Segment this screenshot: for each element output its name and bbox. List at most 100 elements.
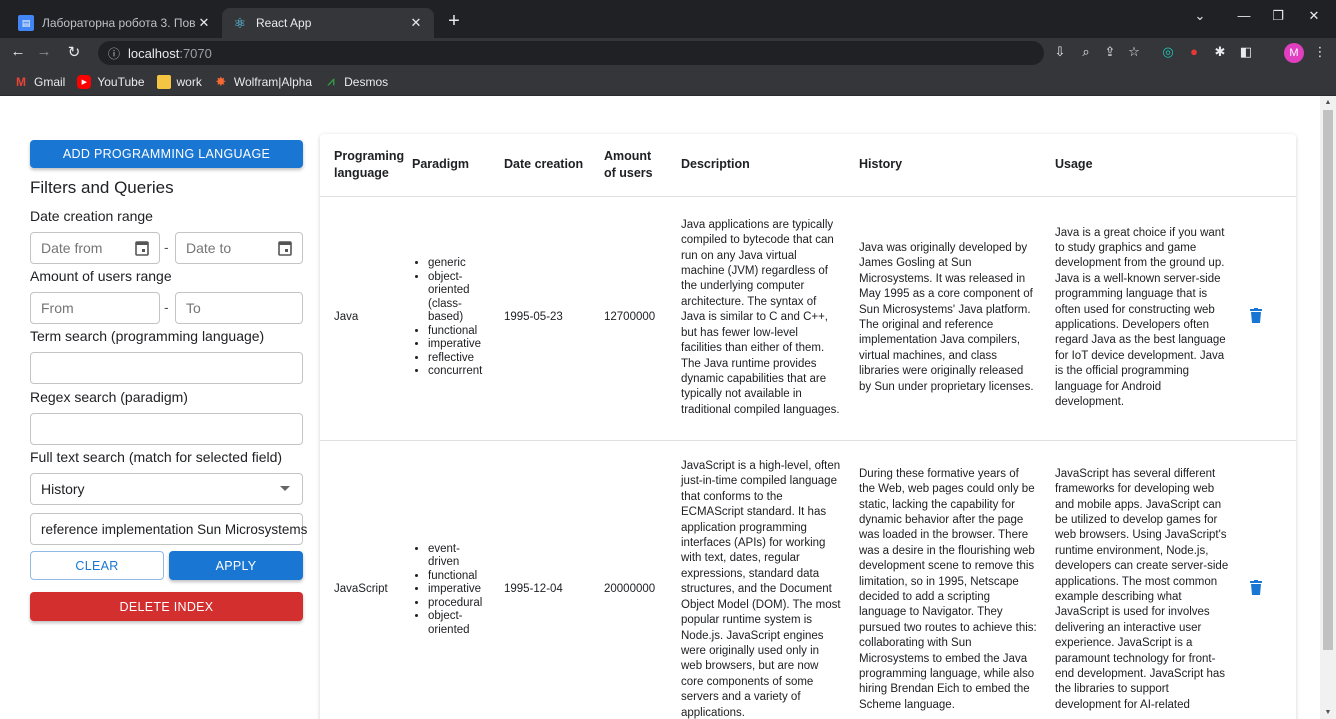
bookmark-label: Desmos	[344, 74, 389, 89]
column-header-history: History	[845, 134, 1041, 197]
url-port: :7070	[179, 45, 212, 61]
bookmark-wolfram[interactable]: ✸ Wolfram|Alpha	[214, 74, 313, 89]
table-row: JavaScript event-driven functional imper…	[320, 440, 1296, 719]
youtube-icon: ▶	[77, 74, 92, 89]
list-item: event-driven	[428, 543, 486, 570]
bookmark-youtube[interactable]: ▶ YouTube	[77, 74, 145, 89]
tab-search-icon[interactable]: ⌄	[1188, 8, 1212, 24]
cell-usage: Java is a great choice if you want to st…	[1041, 196, 1236, 441]
users-from-input[interactable]: From	[30, 292, 160, 324]
cell-users: 20000000	[590, 440, 667, 719]
cell-description: JavaScript is a high-level, often just-i…	[667, 440, 845, 719]
browser-tab-react-app[interactable]: ⚛ React App ✕	[222, 8, 434, 38]
cell-date: 1995-05-23	[490, 196, 590, 441]
cell-language: JavaScript	[320, 440, 398, 719]
bookmark-label: work	[176, 74, 202, 89]
close-tab-icon[interactable]: ✕	[408, 15, 424, 31]
clear-button[interactable]: CLEAR	[30, 551, 164, 580]
extension-icon[interactable]: ◎	[1158, 44, 1178, 60]
chevron-down-icon	[280, 486, 290, 491]
fulltext-field-value: History	[41, 481, 85, 497]
bookmark-desmos[interactable]: ⩘ Desmos	[324, 74, 389, 89]
browser-tab-lab[interactable]: ▤ Лабораторна робота 3. Повнотекстовий ✕	[8, 8, 222, 38]
list-item: concurrent	[428, 365, 486, 379]
menu-icon[interactable]: ⋮	[1310, 44, 1330, 60]
scroll-down-icon[interactable]: ▼	[1320, 709, 1336, 716]
range-separator: -	[164, 299, 169, 315]
bookmark-work[interactable]: work	[156, 74, 202, 89]
side-panel-icon[interactable]: ◧	[1236, 44, 1256, 60]
paradigm-list: generic object-oriented (class-based) fu…	[428, 257, 486, 379]
page-scrollbar[interactable]: ▲ ▼	[1320, 96, 1336, 719]
column-header-description: Description	[667, 134, 845, 197]
tab-title: Лабораторна робота 3. Повнотекстовий	[42, 16, 196, 30]
reload-icon[interactable]: ↻	[64, 43, 84, 61]
date-from-input[interactable]: Date from	[30, 232, 160, 264]
install-app-icon[interactable]: ⇩	[1050, 44, 1070, 60]
cell-paradigm: event-driven functional imperative proce…	[398, 440, 490, 719]
list-item: imperative	[428, 583, 486, 597]
paradigm-list: event-driven functional imperative proce…	[428, 543, 486, 638]
fulltext-search-value: reference implementation Sun Microsystem…	[41, 521, 308, 537]
apply-button[interactable]: APPLY	[169, 551, 303, 580]
site-info-icon[interactable]: ⓘ	[108, 45, 120, 62]
date-to-placeholder: Date to	[186, 240, 232, 256]
table-row: Java generic object-oriented (class-base…	[320, 196, 1296, 441]
column-header-language: Programing language	[320, 134, 404, 197]
delete-index-button[interactable]: DELETE INDEX	[30, 592, 303, 621]
filters-heading: Filters and Queries	[30, 178, 174, 197]
fulltext-search-label: Full text search (match for selected fie…	[30, 449, 283, 465]
bookmarks-bar: M Gmail ▶ YouTube work ✸ Wolfram|Alpha ⩘ Des…	[0, 68, 1336, 96]
fulltext-field-select[interactable]: History	[30, 473, 303, 505]
close-window-icon[interactable]: ✕	[1302, 8, 1326, 24]
term-search-label: Term search (programming language)	[30, 328, 265, 344]
regex-search-input[interactable]	[30, 413, 303, 445]
users-range-label: Amount of users range	[30, 268, 172, 284]
minimize-icon[interactable]: —	[1232, 8, 1256, 23]
delete-trash-icon[interactable]	[1250, 307, 1262, 323]
calendar-icon[interactable]	[278, 240, 292, 256]
forward-icon[interactable]: →	[34, 43, 54, 60]
list-item: procedural	[428, 597, 486, 611]
calendar-icon[interactable]	[135, 240, 149, 256]
list-item: functional	[428, 325, 486, 339]
list-item: object-oriented (class-based)	[428, 271, 486, 325]
list-item: functional	[428, 570, 486, 584]
page-viewport: ADD PROGRAMMING LANGUAGE Filters and Que…	[0, 96, 1320, 719]
regex-search-label: Regex search (paradigm)	[30, 389, 188, 405]
avatar[interactable]: M	[1284, 43, 1304, 63]
scroll-up-icon[interactable]: ▲	[1320, 99, 1336, 106]
term-search-input[interactable]	[30, 352, 303, 384]
bookmark-label: Wolfram|Alpha	[233, 74, 313, 89]
gmail-icon: M	[16, 74, 26, 89]
scrollbar-thumb[interactable]	[1323, 110, 1333, 650]
address-bar[interactable]: ⓘ localhost:7070	[98, 41, 1044, 65]
puzzle-icon[interactable]: ✱	[1210, 44, 1230, 60]
bookmark-label: YouTube	[97, 74, 145, 89]
restore-icon[interactable]: ❐	[1266, 8, 1290, 24]
back-icon[interactable]: ←	[8, 43, 28, 60]
date-to-input[interactable]: Date to	[175, 232, 303, 264]
share-icon[interactable]: ⇪	[1100, 44, 1120, 60]
date-from-placeholder: Date from	[41, 240, 103, 256]
languages-table: Programing language Paradigm Date creati…	[320, 134, 1296, 719]
zoom-icon[interactable]: ⌕	[1076, 44, 1096, 60]
table-header-row: Programing language Paradigm Date creati…	[320, 134, 1296, 197]
browser-tab-strip: ▤ Лабораторна робота 3. Повнотекстовий ✕…	[0, 0, 1336, 38]
add-programming-language-button[interactable]: ADD PROGRAMMING LANGUAGE	[30, 140, 303, 168]
close-tab-icon[interactable]: ✕	[196, 15, 212, 31]
bookmark-star-icon[interactable]: ☆	[1124, 44, 1144, 60]
delete-trash-icon[interactable]	[1250, 579, 1262, 595]
extension-icon[interactable]: ●	[1184, 44, 1204, 59]
cell-usage: JavaScript has several different framewo…	[1041, 440, 1236, 719]
cell-date: 1995-12-04	[490, 440, 590, 719]
users-to-input[interactable]: To	[175, 292, 303, 324]
url-host: localhost	[128, 45, 180, 61]
desmos-icon: ⩘	[327, 74, 335, 88]
fulltext-search-input[interactable]: reference implementation Sun Microsystem…	[30, 513, 307, 545]
languages-table-card: Programing language Paradigm Date creati…	[320, 134, 1296, 719]
bookmark-gmail[interactable]: M Gmail	[14, 75, 65, 89]
list-item: imperative	[428, 338, 486, 352]
column-header-paradigm: Paradigm	[398, 134, 490, 197]
new-tab-button[interactable]: +	[442, 10, 466, 34]
